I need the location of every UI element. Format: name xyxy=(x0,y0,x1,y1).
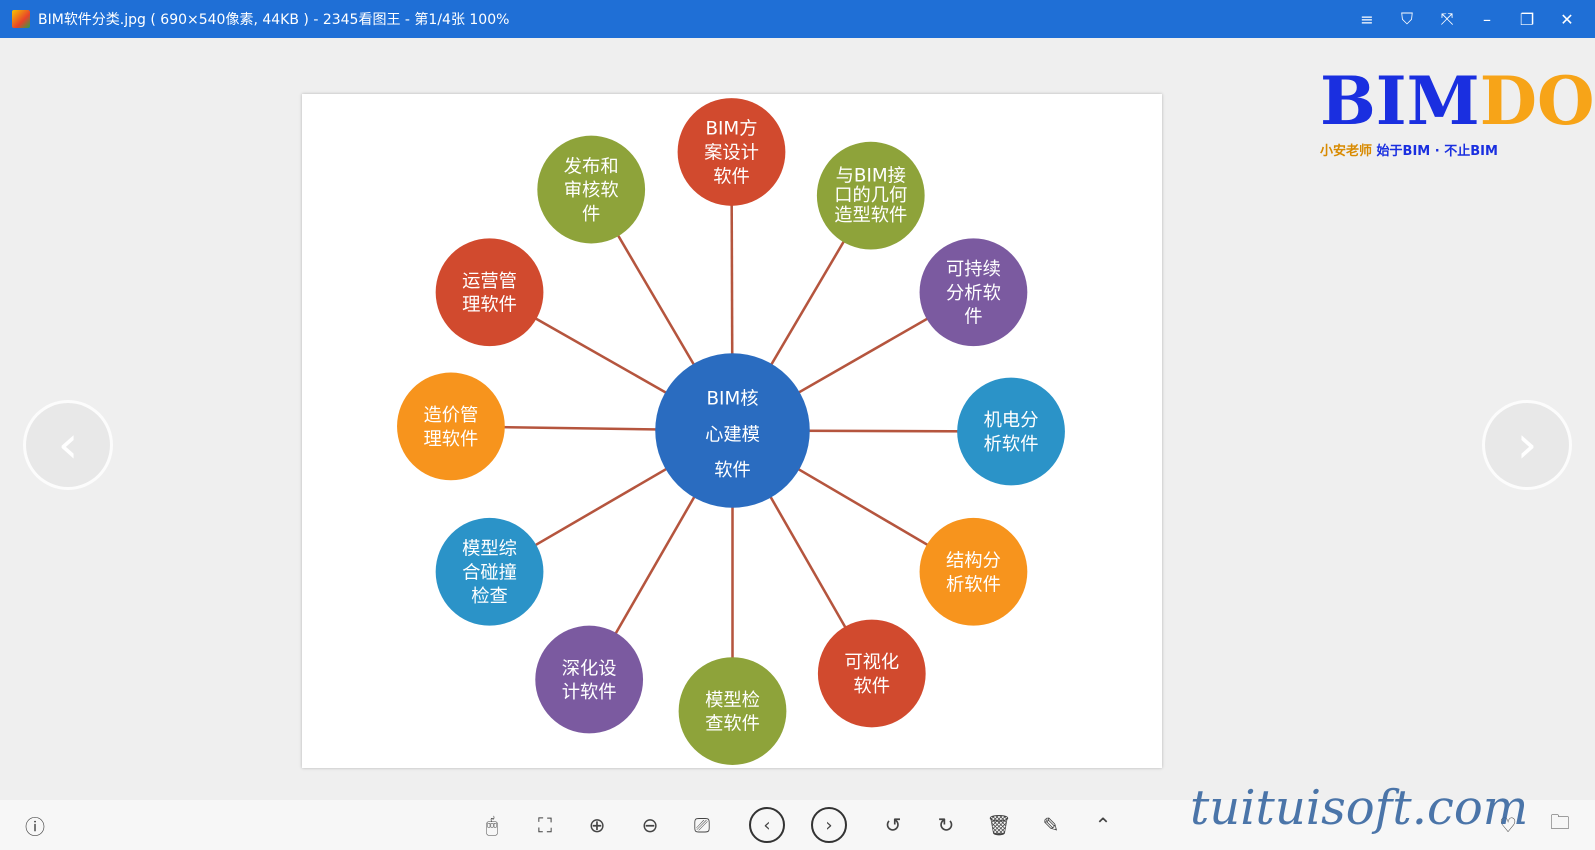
category-node: 深化设计软件 xyxy=(535,625,644,734)
category-node: BIM方案设计软件 xyxy=(677,98,786,206)
node-label: 结构分 xyxy=(946,550,1001,571)
category-node: 可视化软件 xyxy=(817,619,926,728)
category-node-circle xyxy=(678,657,787,765)
restore-button[interactable]: ❐ xyxy=(1507,0,1547,38)
node-label: BIM方 xyxy=(705,119,757,140)
category-node-circle xyxy=(397,372,505,481)
node-label: 软件 xyxy=(713,166,750,187)
node-label: 与BIM接 xyxy=(836,165,906,186)
node-label: 件 xyxy=(582,204,600,225)
node-label: 查软件 xyxy=(705,714,760,735)
category-node: 与BIM接口的几何造型软件 xyxy=(816,141,925,250)
core-node: BIM核心建模软件 xyxy=(655,353,810,508)
category-node: 模型检查软件 xyxy=(678,657,787,765)
node-label: 运营管 xyxy=(462,271,517,292)
mouse-mode-button[interactable]: 🖱 xyxy=(477,810,507,840)
edit-button[interactable]: ✎ xyxy=(1036,810,1066,840)
node-label: 案设计 xyxy=(704,143,759,164)
category-node-circle xyxy=(535,625,644,734)
rotate-left-button[interactable]: ↺ xyxy=(878,810,908,840)
delete-button[interactable]: 🗑 xyxy=(984,810,1014,840)
title-bar: BIM软件分类.jpg ( 690×540像素, 44KB ) - 2345看图… xyxy=(0,0,1595,38)
fit-window-button[interactable]: ⛶ xyxy=(530,810,560,840)
close-button[interactable]: ✕ xyxy=(1547,0,1587,38)
node-label: 软件 xyxy=(854,676,891,697)
node-label: 计软件 xyxy=(562,682,617,703)
node-label: 发布和 xyxy=(564,156,619,177)
node-label: 机电分 xyxy=(984,410,1039,431)
rotate-right-button[interactable]: ↻ xyxy=(931,810,961,840)
logo-slogan: 始于BIM · 不止BIM xyxy=(1376,144,1498,159)
more-button[interactable]: ⌃ xyxy=(1088,810,1118,840)
next-image-button[interactable]: › xyxy=(1482,400,1572,490)
node-label: 深化设 xyxy=(562,658,617,679)
app-icon xyxy=(12,10,30,28)
category-node-circle xyxy=(957,377,1065,486)
node-label: 口的几何 xyxy=(834,185,907,206)
node-label: 件 xyxy=(964,307,982,328)
category-node-circle xyxy=(817,619,926,728)
node-label: 理软件 xyxy=(462,295,517,316)
category-node-circle xyxy=(919,517,1028,626)
previous-button[interactable]: ‹ xyxy=(749,807,785,843)
skin-button[interactable]: ⛉ xyxy=(1387,0,1427,38)
node-label: 检查 xyxy=(471,586,508,607)
menu-button[interactable]: ≡ xyxy=(1347,0,1387,38)
node-label: 审核软 xyxy=(564,180,619,201)
logo-author: 小安老师 xyxy=(1320,144,1373,159)
bimdog-logo: BIMDOG 小安老师 始于BIM · 不止BIM xyxy=(1320,62,1595,159)
image-viewport: BIM方 案设计 软件 与BIM接 口的几何 造型软件 可持续 分析软件机电分 析软件 结构分 析软… xyxy=(302,94,1162,768)
prev-image-button[interactable]: ‹ xyxy=(23,400,113,490)
node-label: 心建模 xyxy=(705,424,760,445)
slideshow-button[interactable]: ⎚ xyxy=(687,810,717,840)
category-node: 可持续分析软件 xyxy=(919,238,1028,347)
category-node: 运营管理软件 xyxy=(435,238,544,347)
node-label: 析软件 xyxy=(984,434,1039,455)
node-label: 析软件 xyxy=(946,574,1001,595)
zoom-out-button[interactable]: ⊖ xyxy=(635,810,665,840)
category-node: 结构分析软件 xyxy=(919,517,1028,626)
node-label: 理软件 xyxy=(423,429,478,450)
zoom-in-button[interactable]: ⊕ xyxy=(582,810,612,840)
node-label: 模型综 xyxy=(462,539,517,560)
bim-software-diagram: BIM方案设计软件 与BIM接口的几何造型软件可持续分析软件机电分析软件结构分析软… xyxy=(397,98,1065,765)
category-node: 机电分析软件 xyxy=(957,377,1065,486)
node-label: 可持续 xyxy=(946,259,1001,280)
fullscreen-button[interactable]: ⤧ xyxy=(1427,0,1467,38)
category-node: 模型综合碰撞检查 xyxy=(435,517,544,626)
watermark: tuituisoft.com xyxy=(1190,780,1529,836)
open-folder-button[interactable]: 🗀 xyxy=(1545,810,1575,840)
node-label: 合碰撞 xyxy=(462,562,517,583)
category-node: 造价管理软件 xyxy=(397,372,505,481)
node-label: 模型检 xyxy=(705,690,760,711)
next-button[interactable]: › xyxy=(811,807,847,843)
category-node: 发布和审核软件 xyxy=(537,135,646,244)
node-label: 造价管 xyxy=(423,405,478,426)
info-icon[interactable]: ⓘ xyxy=(20,810,50,840)
category-node-circle xyxy=(435,238,544,347)
node-label: 可视化 xyxy=(844,652,899,673)
node-label: 造型软件 xyxy=(834,205,907,226)
window-title: BIM软件分类.jpg ( 690×540像素, 44KB ) - 2345看图… xyxy=(38,12,510,28)
node-label: 分析软 xyxy=(946,283,1001,304)
node-label: 软件 xyxy=(714,460,751,481)
node-label: BIM核 xyxy=(707,389,759,410)
minimize-button[interactable]: – xyxy=(1467,0,1507,38)
